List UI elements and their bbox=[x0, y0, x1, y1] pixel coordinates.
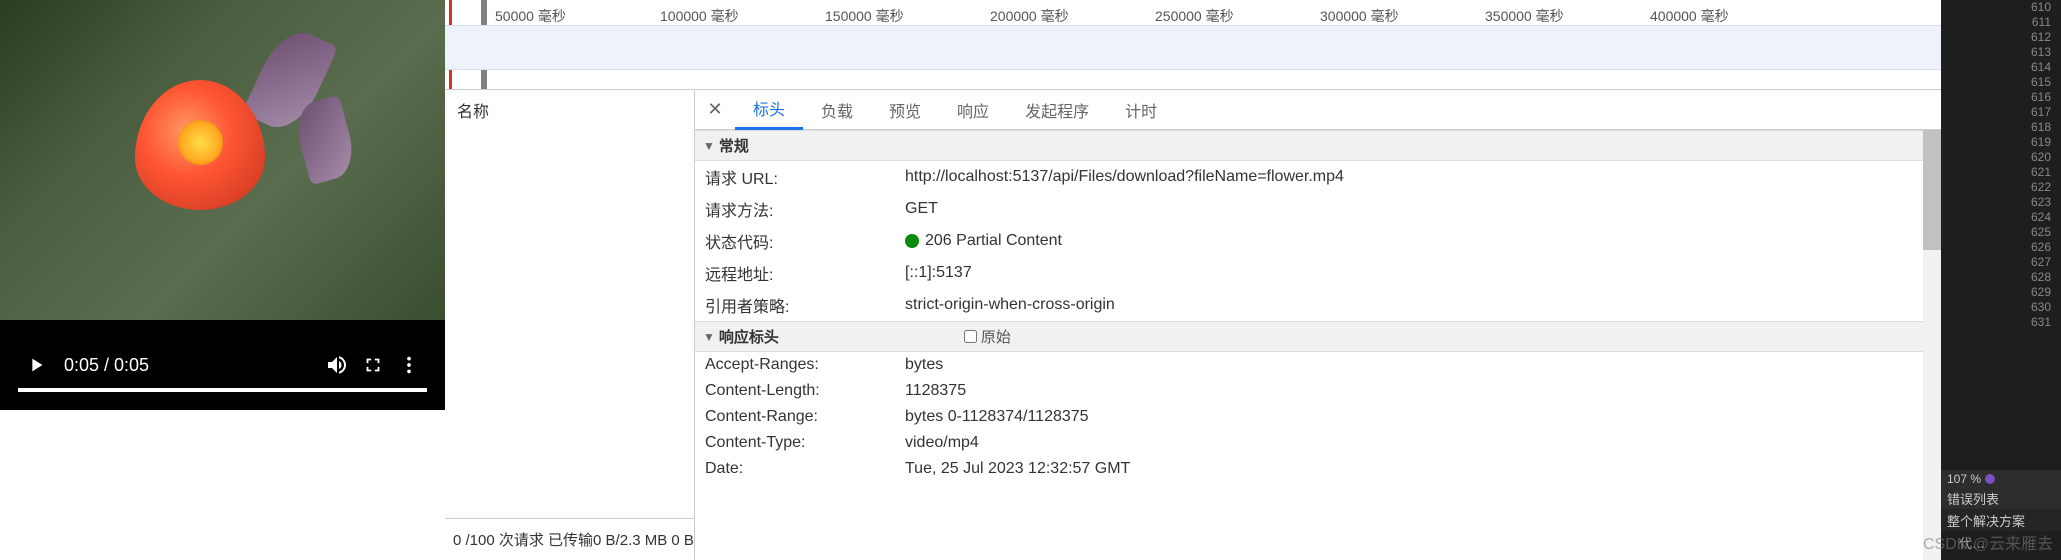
timeline-tick: 350000 毫秒 bbox=[1485, 6, 1564, 26]
ide-zoom-value: 107 % bbox=[1947, 472, 1981, 486]
watermark: CSDN @云来雁去 bbox=[1923, 530, 2053, 554]
ide-line-number: 631 bbox=[1941, 315, 2061, 330]
video-content-flower-center bbox=[178, 120, 223, 165]
date-value: Tue, 25 Jul 2023 12:32:57 GMT bbox=[905, 460, 1130, 478]
ide-line-number: 630 bbox=[1941, 300, 2061, 315]
ide-line-number: 616 bbox=[1941, 90, 2061, 105]
progress-bar[interactable] bbox=[18, 388, 427, 392]
section-general[interactable]: ▼ 常规 bbox=[695, 130, 1923, 161]
ide-line-number: 617 bbox=[1941, 105, 2061, 120]
request-url-label: 请求 URL: bbox=[705, 165, 905, 189]
tab-headers[interactable]: 标头 bbox=[735, 90, 803, 130]
timeline-tick: 250000 毫秒 bbox=[1155, 6, 1234, 26]
disclosure-triangle-icon: ▼ bbox=[703, 330, 715, 344]
ide-line-number: 610 bbox=[1941, 0, 2061, 15]
tab-preview[interactable]: 预览 bbox=[871, 90, 939, 130]
raw-checkbox-input[interactable] bbox=[964, 330, 977, 343]
detail-tabs: ✕ 标头 负载 预览 响应 发起程序 计时 bbox=[695, 90, 1941, 130]
ide-error-list[interactable]: 错误列表 bbox=[1941, 487, 2061, 510]
devtools-panel: 50000 毫秒 100000 毫秒 150000 毫秒 200000 毫秒 25000… bbox=[445, 0, 1941, 560]
timeline-tick: 100000 毫秒 bbox=[660, 6, 739, 26]
content-length-value: 1128375 bbox=[905, 382, 966, 400]
ide-sidebar: 6106116126136146156166176186196206216226… bbox=[1941, 0, 2061, 560]
ide-line-number: 615 bbox=[1941, 75, 2061, 90]
ide-line-number: 622 bbox=[1941, 180, 2061, 195]
content-type-label: Content-Type: bbox=[705, 434, 905, 452]
network-timeline[interactable]: 50000 毫秒 100000 毫秒 150000 毫秒 200000 毫秒 25000… bbox=[445, 0, 1941, 90]
more-options-button[interactable] bbox=[391, 347, 427, 383]
raw-checkbox-label: 原始 bbox=[981, 326, 1011, 347]
status-dot-icon bbox=[905, 234, 919, 248]
request-detail: ✕ 标头 负载 预览 响应 发起程序 计时 ▼ 常规 请求 URL:http:/… bbox=[695, 90, 1941, 560]
tab-response[interactable]: 响应 bbox=[939, 90, 1007, 130]
timeline-tick: 50000 毫秒 bbox=[495, 6, 566, 26]
content-type-value: video/mp4 bbox=[905, 434, 979, 452]
timeline-tick: 400000 毫秒 bbox=[1650, 6, 1729, 26]
timeline-track bbox=[445, 25, 1941, 70]
section-general-label: 常规 bbox=[719, 135, 749, 156]
status-code-value: 206 Partial Content bbox=[925, 232, 1062, 250]
close-detail-button[interactable]: ✕ bbox=[695, 90, 735, 130]
ide-line-number: 618 bbox=[1941, 120, 2061, 135]
content-range-label: Content-Range: bbox=[705, 408, 905, 426]
referrer-policy-label: 引用者策略: bbox=[705, 293, 905, 317]
timeline-ruler: 50000 毫秒 100000 毫秒 150000 毫秒 200000 毫秒 25000… bbox=[445, 0, 1941, 25]
video-player[interactable]: 0:05 / 0:05 bbox=[0, 0, 445, 410]
request-method-label: 请求方法: bbox=[705, 197, 905, 221]
requests-list[interactable] bbox=[445, 130, 694, 518]
ide-line-number: 627 bbox=[1941, 255, 2061, 270]
ide-line-number: 619 bbox=[1941, 135, 2061, 150]
section-response-headers[interactable]: ▼ 响应标头 原始 bbox=[695, 321, 1923, 352]
content-length-label: Content-Length: bbox=[705, 382, 905, 400]
ide-line-number: 620 bbox=[1941, 150, 2061, 165]
ide-line-number: 623 bbox=[1941, 195, 2061, 210]
volume-button[interactable] bbox=[319, 347, 355, 383]
ide-line-number: 625 bbox=[1941, 225, 2061, 240]
request-method-value: GET bbox=[905, 197, 938, 221]
ide-line-number: 626 bbox=[1941, 240, 2061, 255]
timeline-tick: 300000 毫秒 bbox=[1320, 6, 1399, 26]
ide-zoom-dot-icon bbox=[1985, 474, 1995, 484]
accept-ranges-value: bytes bbox=[905, 356, 943, 374]
timeline-tick: 200000 毫秒 bbox=[990, 6, 1069, 26]
status-code-label: 状态代码: bbox=[705, 229, 905, 253]
remote-address-label: 远程地址: bbox=[705, 261, 905, 285]
ide-line-number: 612 bbox=[1941, 30, 2061, 45]
ide-line-number: 629 bbox=[1941, 285, 2061, 300]
ide-line-number: 628 bbox=[1941, 270, 2061, 285]
video-controls: 0:05 / 0:05 bbox=[0, 320, 445, 410]
ide-solution-scope[interactable]: 整个解决方案 bbox=[1941, 509, 2061, 532]
tab-timing[interactable]: 计时 bbox=[1107, 90, 1175, 130]
scrollbar-thumb[interactable] bbox=[1923, 130, 1941, 250]
tab-payload[interactable]: 负载 bbox=[803, 90, 871, 130]
section-response-headers-label: 响应标头 bbox=[719, 326, 779, 347]
video-frame bbox=[0, 0, 445, 320]
name-column-header[interactable]: 名称 bbox=[445, 90, 694, 130]
disclosure-triangle-icon: ▼ bbox=[703, 139, 715, 153]
ide-line-number: 624 bbox=[1941, 210, 2061, 225]
fullscreen-button[interactable] bbox=[355, 347, 391, 383]
date-label: Date: bbox=[705, 460, 905, 478]
tab-initiator[interactable]: 发起程序 bbox=[1007, 90, 1107, 130]
remote-address-value: [::1]:5137 bbox=[905, 261, 972, 285]
request-url-value: http://localhost:5137/api/Files/download… bbox=[905, 165, 1344, 189]
requests-name-column: 名称 0 /100 次请求 已传输0 B/2.3 MB 0 B /2 bbox=[445, 90, 695, 560]
referrer-policy-value: strict-origin-when-cross-origin bbox=[905, 293, 1115, 317]
ide-line-number: 621 bbox=[1941, 165, 2061, 180]
ide-line-number: 611 bbox=[1941, 15, 2061, 30]
play-button[interactable] bbox=[18, 347, 54, 383]
video-time: 0:05 / 0:05 bbox=[64, 355, 319, 376]
accept-ranges-label: Accept-Ranges: bbox=[705, 356, 905, 374]
ide-line-number: 613 bbox=[1941, 45, 2061, 60]
ide-line-number: 614 bbox=[1941, 60, 2061, 75]
ide-zoom[interactable]: 107 % bbox=[1941, 470, 2061, 488]
content-range-value: bytes 0-1128374/1128375 bbox=[905, 408, 1089, 426]
timeline-tick: 150000 毫秒 bbox=[825, 6, 904, 26]
status-bar: 0 /100 次请求 已传输0 B/2.3 MB 0 B /2 bbox=[445, 518, 694, 560]
vertical-scrollbar[interactable] bbox=[1923, 130, 1941, 560]
raw-checkbox[interactable]: 原始 bbox=[964, 326, 1011, 347]
